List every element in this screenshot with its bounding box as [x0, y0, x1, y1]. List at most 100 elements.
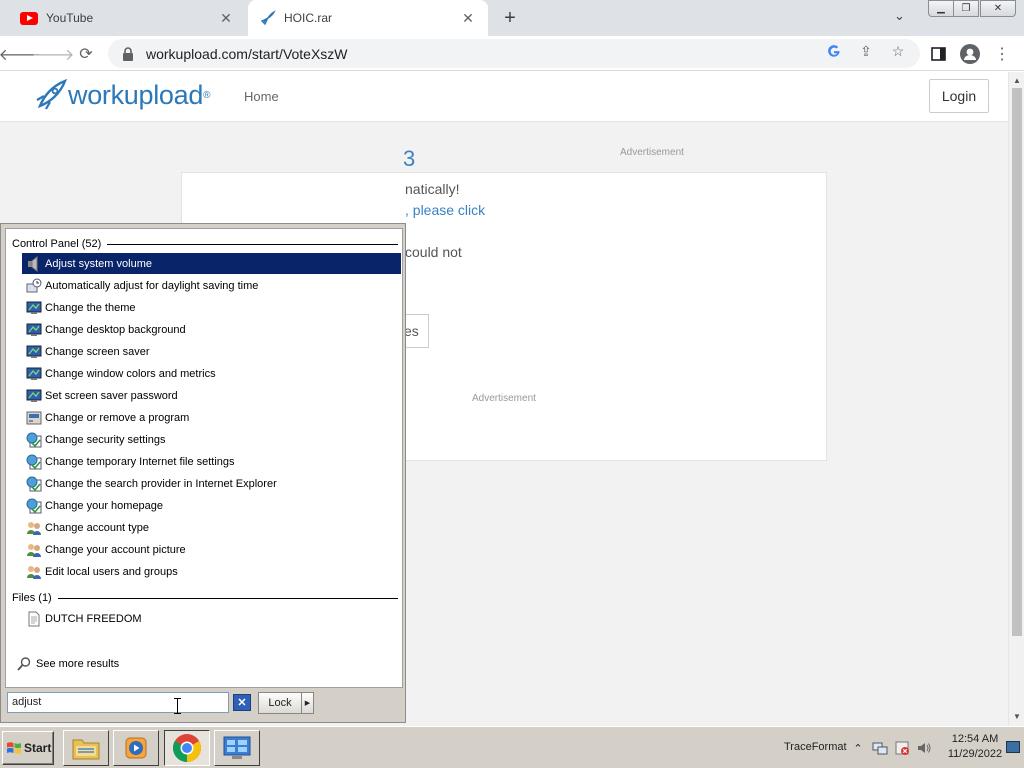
display-icon — [26, 345, 42, 358]
see-more-label: See more results — [36, 658, 120, 670]
control-panel-result-item[interactable]: Change screen saver — [22, 341, 401, 362]
browser-tab-strip: YouTube ✕ HOIC.rar ✕ + ⌄ ▁ ❐ ✕ — [0, 0, 1024, 36]
tab-hoic[interactable]: HOIC.rar ✕ — [248, 0, 488, 36]
control-panel-taskbar-button[interactable] — [214, 730, 260, 766]
scroll-up-arrow-icon[interactable]: ▲ — [1009, 72, 1024, 88]
restore-window-button[interactable]: ❐ — [953, 0, 979, 17]
forward-arrow-icon[interactable]: 🡒 — [32, 42, 75, 66]
advertisement-label: Advertisement — [472, 393, 536, 404]
control-panel-result-item[interactable]: Change the search provider in Internet E… — [22, 473, 401, 494]
tab-search-chevron-icon[interactable]: ⌄ — [894, 8, 905, 24]
media-player-icon — [125, 737, 147, 759]
control-panel-result-item[interactable]: Adjust system volume — [22, 253, 401, 274]
reload-icon[interactable]: ⟳ — [74, 42, 98, 66]
control-panel-result-item[interactable]: Change desktop background — [22, 319, 401, 340]
nav-home-link[interactable]: Home — [244, 89, 279, 104]
see-more-results-link[interactable]: See more results — [16, 656, 119, 672]
browser-toolbar: 🡐 🡒 ⟳ workupload.com/start/VoteXszW ⇪ ☆ … — [0, 36, 1024, 71]
control-panel-result-item[interactable]: Change your account picture — [22, 539, 401, 560]
control-panel-result-item[interactable]: Change window colors and metrics — [22, 363, 401, 384]
page-scrollbar[interactable]: ▲ ▼ — [1008, 72, 1024, 726]
advertisement-label: Advertisement — [620, 147, 684, 158]
control-panel-result-item[interactable]: Edit local users and groups — [22, 561, 401, 582]
trademark: ® — [203, 89, 211, 101]
text-cursor-icon — [174, 698, 181, 714]
explorer-icon — [72, 739, 100, 760]
start-label: Start — [24, 741, 52, 755]
bookmark-star-icon[interactable]: ☆ — [890, 43, 906, 59]
control-panel-result-label: Automatically adjust for daylight saving… — [45, 279, 259, 292]
chrome-taskbar-button[interactable] — [164, 730, 210, 766]
control-panel-result-label: Adjust system volume — [45, 257, 152, 270]
display-icon — [26, 323, 42, 336]
control-panel-result-label: Change the theme — [45, 301, 136, 314]
power-options-arrow-icon[interactable]: ▶ — [302, 692, 314, 714]
control-panel-result-item[interactable]: Change your homepage — [22, 495, 401, 516]
new-tab-button[interactable]: + — [498, 6, 522, 30]
magnifier-icon — [17, 657, 31, 671]
youtube-icon — [20, 11, 38, 25]
back-arrow-icon[interactable]: 🡐 — [0, 42, 41, 66]
start-search-input[interactable]: adjust — [7, 692, 229, 713]
control-panel-result-item[interactable]: Change security settings — [22, 429, 401, 450]
control-panel-result-item[interactable]: Change temporary Internet file settings — [22, 451, 401, 472]
internet-options-icon — [26, 476, 42, 491]
profile-avatar-icon[interactable] — [958, 42, 982, 66]
control-panel-result-item[interactable]: Change or remove a program — [22, 407, 401, 428]
address-bar[interactable]: workupload.com/start/VoteXszW — [108, 39, 920, 68]
system-clock[interactable]: 12:54 AM 11/29/2022 — [944, 732, 1006, 762]
lock-icon — [123, 46, 133, 61]
explorer-taskbar-button[interactable] — [63, 730, 109, 766]
control-panel-result-label: Change the search provider in Internet E… — [45, 477, 277, 490]
google-icon[interactable] — [826, 43, 842, 59]
control-panel-result-item[interactable]: Set screen saver password — [22, 385, 401, 406]
scroll-thumb[interactable] — [1012, 88, 1022, 636]
users-icon — [27, 543, 41, 557]
volume-icon[interactable] — [916, 740, 932, 756]
start-search-row: adjust ✕ Lock ▶ — [7, 692, 403, 716]
share-icon[interactable]: ⇪ — [858, 43, 874, 59]
tray-toolbar-label[interactable]: TraceFormat — [784, 741, 847, 753]
kebab-menu-icon[interactable]: ⋮ — [990, 42, 1014, 66]
control-panel-result-label: Edit local users and groups — [45, 565, 178, 578]
clear-search-icon[interactable]: ✕ — [233, 694, 251, 711]
lock-button[interactable]: Lock — [258, 692, 302, 714]
media-player-taskbar-button[interactable] — [113, 730, 159, 766]
search-results-panel: Control Panel (52) Adjust system volume A… — [5, 228, 403, 688]
close-tab-icon[interactable]: ✕ — [460, 10, 476, 26]
control-panel-result-item[interactable]: Automatically adjust for daylight saving… — [22, 275, 401, 296]
programs-icon — [26, 411, 42, 424]
file-result-item[interactable]: DUTCH FREEDOM — [22, 608, 401, 629]
side-panel-icon[interactable] — [926, 42, 950, 66]
control-panel-result-label: Change or remove a program — [45, 411, 190, 424]
network-icon[interactable] — [872, 740, 888, 756]
start-menu: Control Panel (52) Adjust system volume A… — [0, 223, 406, 723]
document-icon — [28, 611, 40, 626]
control-panel-result-label: Change your homepage — [45, 499, 164, 512]
scroll-down-arrow-icon[interactable]: ▼ — [1009, 708, 1024, 724]
close-tab-icon[interactable]: ✕ — [218, 10, 234, 26]
brand-logo[interactable]: workupload ® — [34, 78, 210, 112]
show-desktop-button[interactable] — [1006, 741, 1020, 753]
users-icon — [27, 521, 41, 535]
internet-options-icon — [26, 432, 42, 447]
start-button[interactable]: Start — [2, 731, 54, 765]
tab-youtube[interactable]: YouTube ✕ — [8, 0, 246, 36]
control-panel-section-header: Control Panel (52) — [12, 238, 398, 250]
control-panel-result-item[interactable]: Change the theme — [22, 297, 401, 318]
speaker-icon — [28, 255, 38, 272]
file-result-label: DUTCH FREEDOM — [45, 612, 142, 625]
minimize-window-button[interactable]: ▁ — [928, 0, 954, 17]
control-panel-result-label: Change screen saver — [45, 345, 150, 358]
download-link-text[interactable]: , please click — [405, 202, 485, 218]
show-hidden-icons-chevron-icon[interactable]: ⌃ — [850, 740, 866, 756]
control-panel-result-label: Change temporary Internet file settings — [45, 455, 235, 468]
action-center-flag-icon[interactable] — [894, 740, 910, 756]
login-button[interactable]: Login — [929, 79, 989, 113]
clock-globe-icon — [26, 278, 42, 292]
close-window-button[interactable]: ✕ — [980, 0, 1016, 17]
countdown-number: 3 — [403, 146, 416, 171]
files-section-header: Files (1) — [12, 592, 398, 604]
chrome-icon — [173, 734, 201, 762]
control-panel-result-item[interactable]: Change account type — [22, 517, 401, 538]
